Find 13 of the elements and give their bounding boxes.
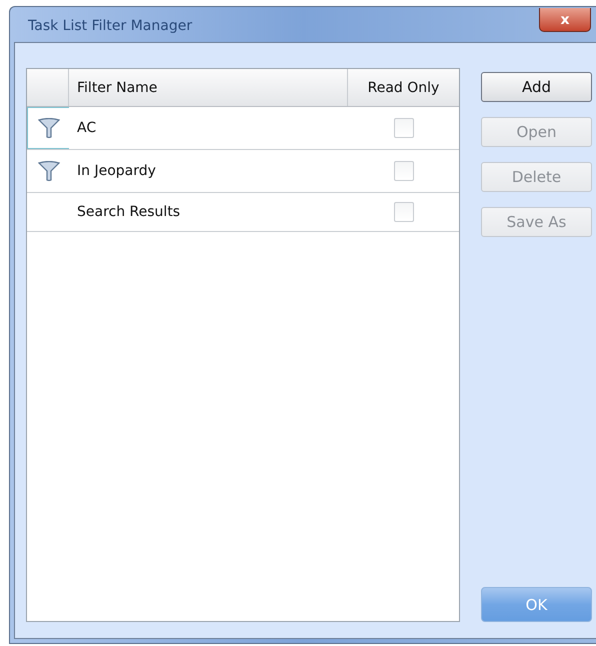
column-header[interactable]: Filter Name [69,69,348,106]
table-cell-text: Search Results [76,203,182,222]
read-only-checkbox[interactable] [394,202,414,222]
window-title: Task List Filter Manager [28,18,192,34]
column-header[interactable]: Read Only [348,69,459,106]
read-only-checkbox[interactable] [394,118,414,138]
action-button[interactable]: Add [481,72,592,102]
table-cell-text: AC [76,119,98,138]
table-row[interactable]: AC [27,107,459,150]
read-only-checkbox[interactable] [394,161,414,181]
table-row[interactable]: In Jeopardy [27,150,459,193]
table-row[interactable]: Search Results [27,193,459,232]
table-cell-text: In Jeopardy [76,162,157,181]
